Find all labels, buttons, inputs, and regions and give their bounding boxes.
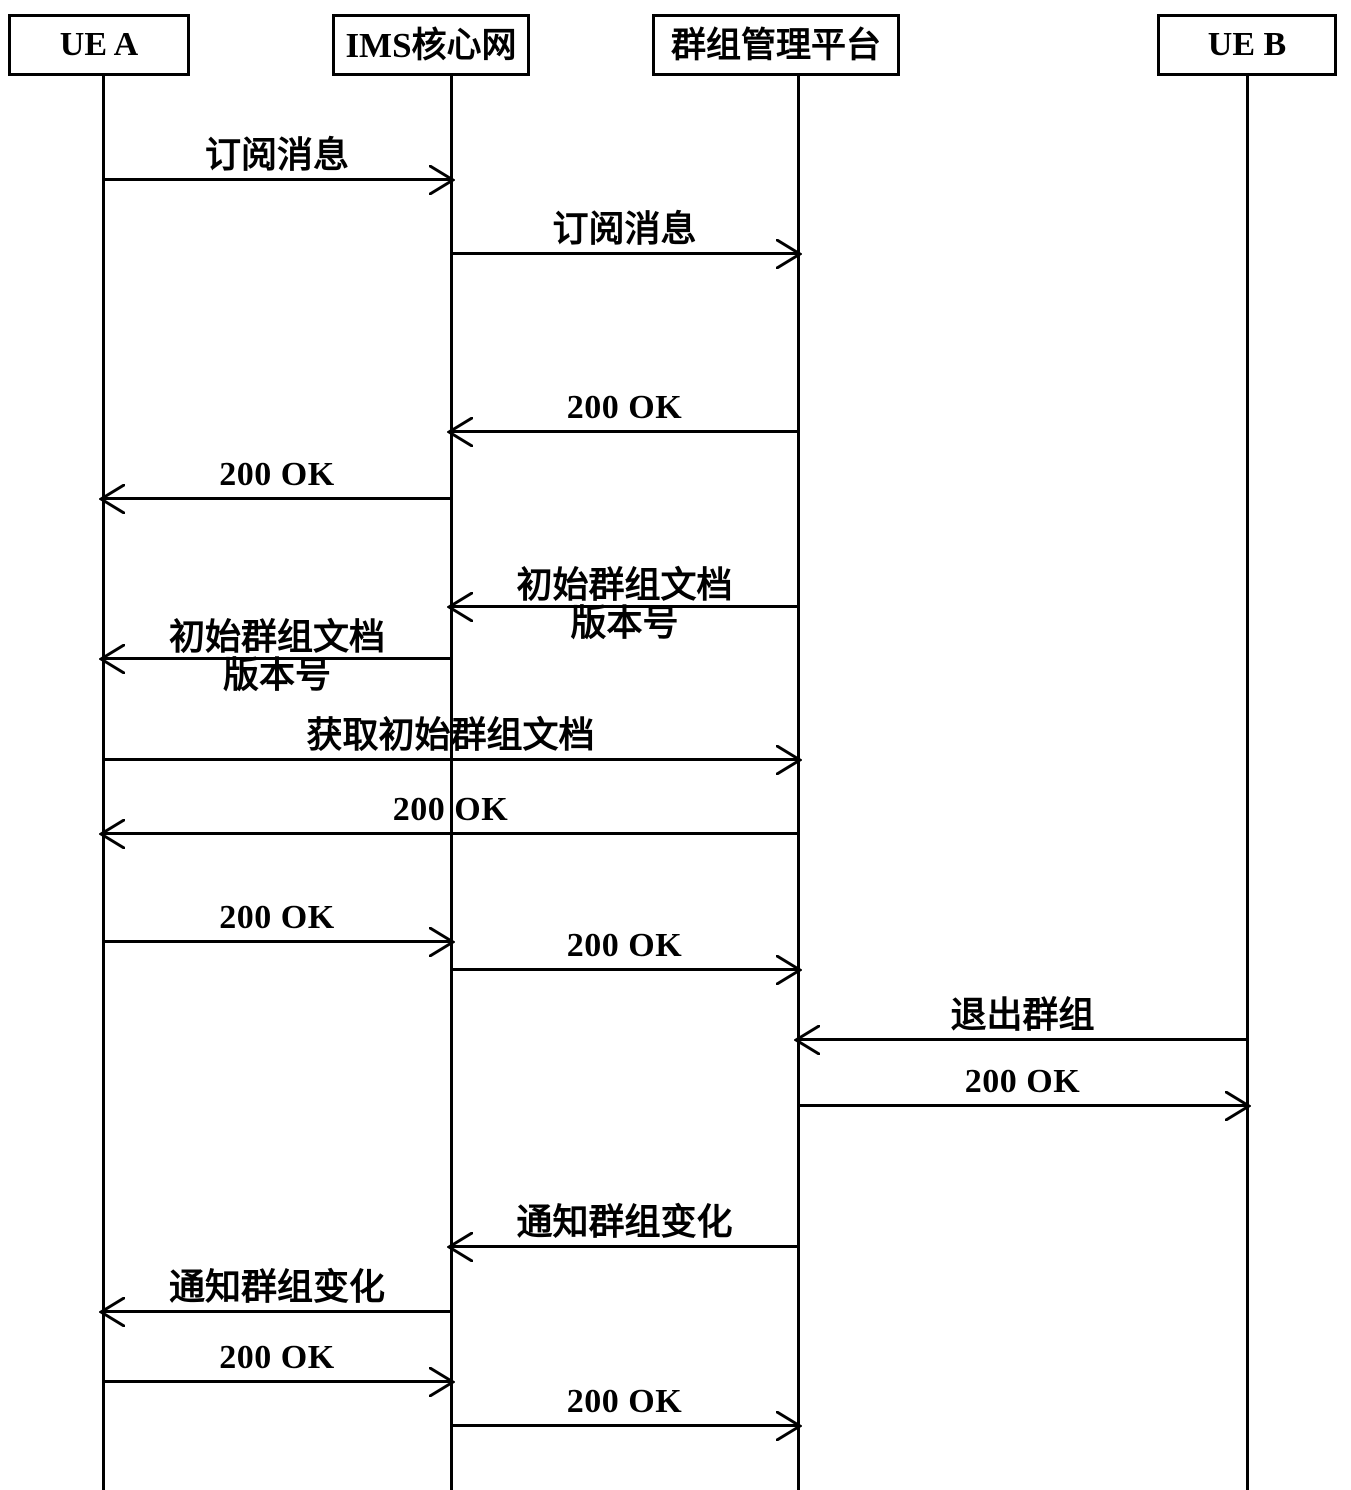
message-label: 订阅消息 [204, 135, 349, 176]
message-line [103, 497, 451, 500]
message-line [103, 1380, 451, 1383]
participant-box-ims: IMS核心网 [332, 14, 530, 76]
message-line [451, 1424, 798, 1427]
lifeline-ue_a [102, 76, 105, 1490]
message-line [103, 1310, 451, 1313]
message-label: 退出群组 [950, 995, 1095, 1036]
message-line [451, 1245, 798, 1248]
message-label: 通知群组变化 [516, 1202, 733, 1243]
message-label: 200 OK [566, 927, 683, 965]
message-line [103, 832, 798, 835]
participant-label-ue_b: UE B [1207, 26, 1287, 63]
message-label: 通知群组变化 [168, 1267, 385, 1308]
message-line [798, 1104, 1247, 1107]
message-label: 200 OK [219, 1339, 335, 1377]
message-label: 200 OK [964, 1063, 1081, 1101]
message-label: 200 OK [566, 1383, 683, 1421]
message-label: 200 OK [219, 899, 335, 937]
message-line [451, 430, 798, 433]
message-line [103, 758, 798, 761]
message-label: 订阅消息 [552, 209, 697, 250]
participant-label-ue_a: UE A [59, 26, 139, 63]
message-line [451, 252, 798, 255]
participant-box-ue_b: UE B [1157, 14, 1337, 76]
participant-box-group_mgmt: 群组管理平台 [652, 14, 900, 76]
message-label: 200 OK [219, 456, 335, 494]
message-line [798, 1038, 1247, 1041]
message-line [451, 968, 798, 971]
message-line [103, 657, 451, 660]
participant-box-ue_a: UE A [8, 14, 190, 76]
lifeline-ue_b [1246, 76, 1249, 1490]
participant-label-group_mgmt: 群组管理平台 [670, 25, 881, 65]
message-line [103, 178, 451, 181]
sequence-diagram: 订阅消息 订阅消息 200 OK 200 OK 初始群组文档 版本号 初始群组文档 版本号… [0, 0, 1351, 1490]
message-label: 200 OK [566, 389, 683, 427]
participant-label-ims: IMS核心网 [345, 25, 517, 65]
lifeline-ims [450, 76, 453, 1490]
lifeline-group_mgmt [797, 76, 800, 1490]
message-line [103, 940, 451, 943]
message-line [451, 605, 798, 608]
